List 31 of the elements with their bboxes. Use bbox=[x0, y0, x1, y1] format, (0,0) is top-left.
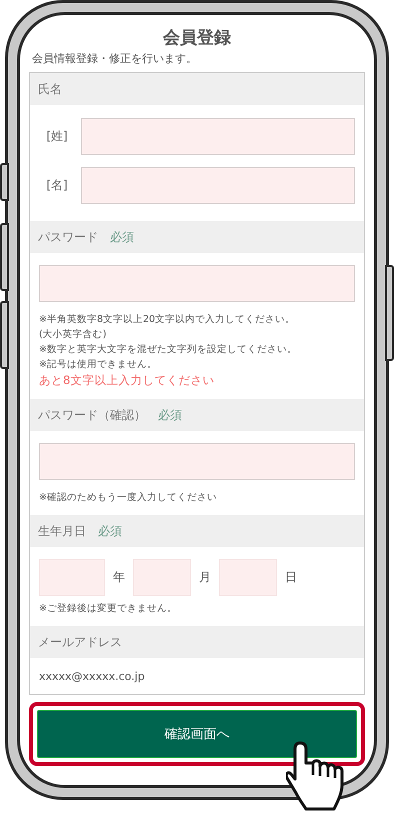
warning-text: あと8文字以上入力してください bbox=[39, 372, 216, 389]
section-label: パスワード bbox=[38, 228, 98, 246]
field-label: [名] bbox=[45, 177, 69, 194]
required-label: 必須 bbox=[98, 522, 122, 540]
note-text: (大小英字含む) bbox=[39, 328, 108, 342]
required-label: 必須 bbox=[158, 406, 182, 424]
section-label: パスワード（確認） bbox=[38, 406, 146, 424]
section-label: 氏名 bbox=[38, 80, 62, 98]
input-field[interactable] bbox=[39, 265, 355, 302]
note-text: ※確認のためもう一度入力してください bbox=[39, 491, 218, 505]
note-text: ※数字と英字大文字を混ぜた文字列を設定してください。 bbox=[39, 343, 298, 357]
unit-label: 年 bbox=[113, 569, 125, 586]
confirm-button[interactable]: 確認画面へ bbox=[37, 710, 357, 758]
unit-label: 月 bbox=[199, 569, 211, 586]
page-title: 会員登録 bbox=[162, 27, 232, 49]
field-label: [姓] bbox=[45, 128, 69, 145]
section-label: 生年月日 bbox=[38, 522, 86, 540]
unit-label: 日 bbox=[285, 569, 297, 586]
note-text: ※半角英数字8文字以上20文字以内で入力してください。 bbox=[39, 313, 296, 327]
input-field[interactable] bbox=[133, 559, 191, 596]
note-text: ※記号は使用できません。 bbox=[39, 358, 158, 372]
section-label: メールアドレス bbox=[38, 634, 122, 650]
input-field[interactable] bbox=[81, 167, 355, 204]
input-field[interactable] bbox=[39, 443, 355, 480]
input-field[interactable] bbox=[81, 118, 355, 155]
note-text: ※ご登録後は変更できません。 bbox=[39, 602, 178, 616]
input-field[interactable] bbox=[39, 559, 105, 596]
page-subtitle: 会員情報登録・修正を行います。 bbox=[32, 51, 198, 66]
required-label: 必須 bbox=[110, 228, 134, 246]
field-value: xxxxx@xxxxx.co.jp bbox=[39, 669, 146, 685]
input-field[interactable] bbox=[219, 559, 277, 596]
